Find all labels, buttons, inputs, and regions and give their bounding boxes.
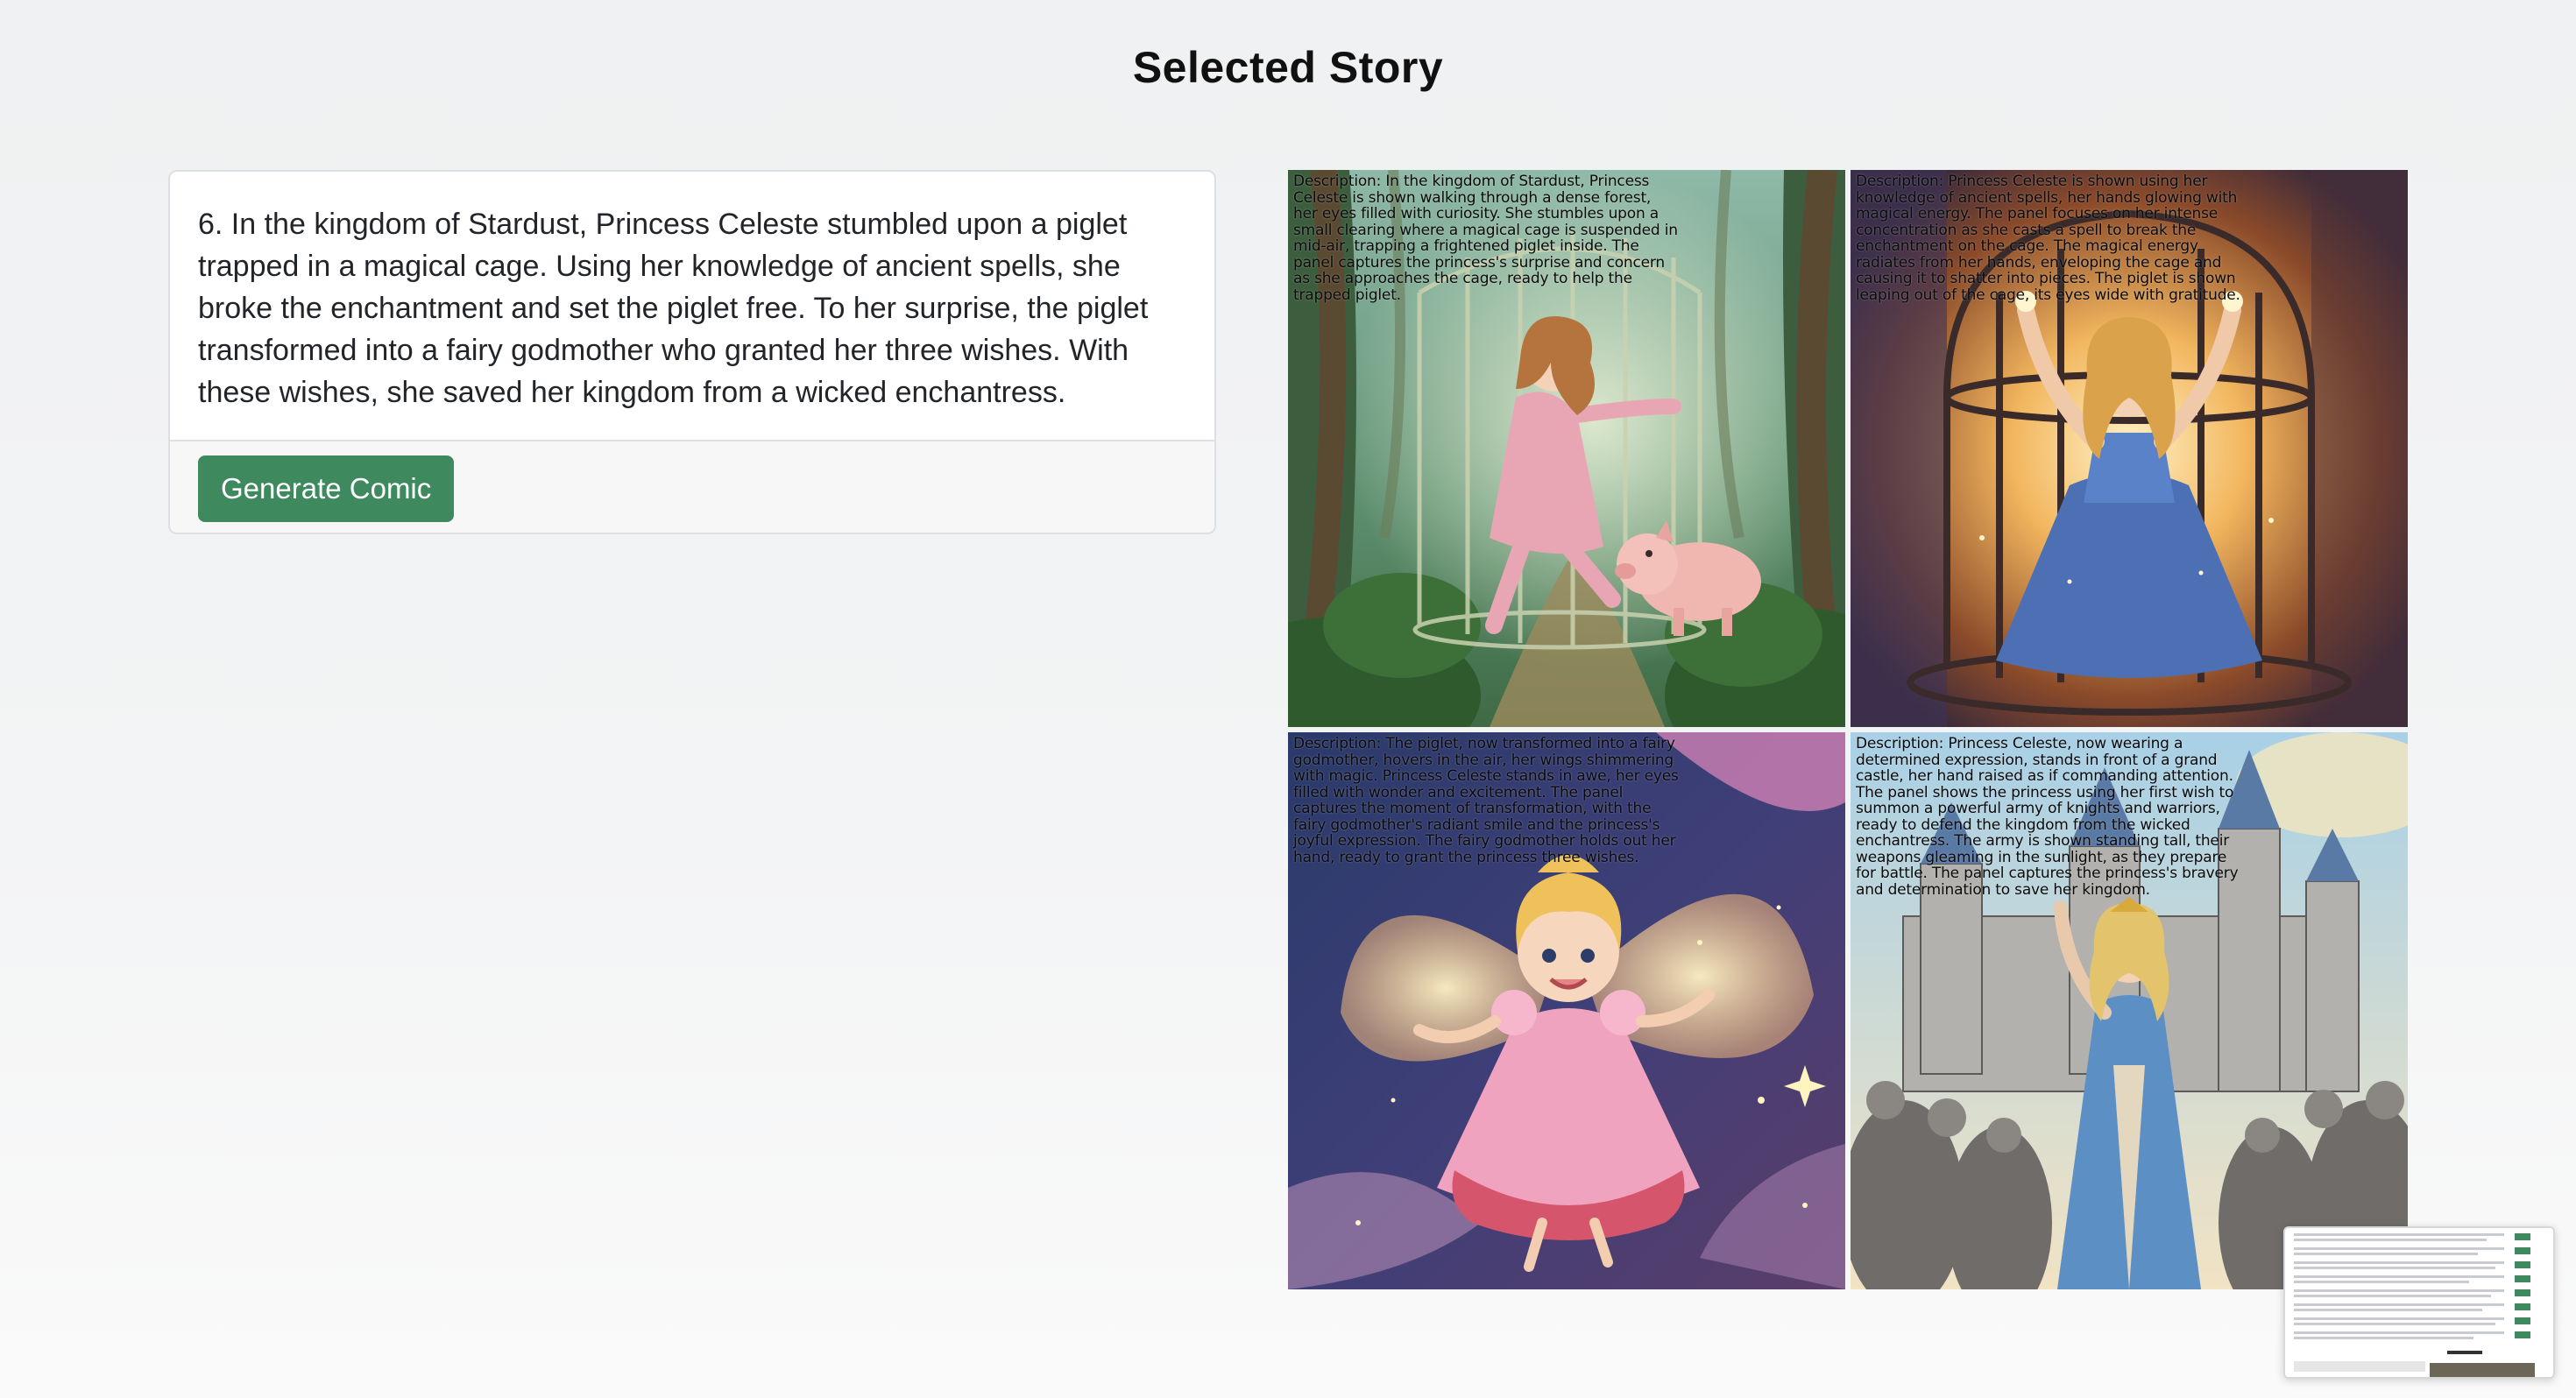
story-card-footer: Generate Comic [170, 440, 1214, 533]
comic-panel-3: Description: The piglet, now transformed… [1288, 732, 1845, 1289]
generate-comic-button[interactable]: Generate Comic [198, 455, 455, 522]
panel-4-caption: Description: Princess Celeste, now weari… [1856, 735, 2239, 899]
comic-panel-1: Description: In the kingdom of Stardust,… [1288, 170, 1845, 727]
page-preview-thumbnail[interactable] [2283, 1226, 2555, 1379]
comic-panel-grid: Description: In the kingdom of Stardust,… [1288, 170, 2408, 1289]
story-card: 6. In the kingdom of Stardust, Princess … [168, 170, 1216, 534]
panel-1-caption: Description: In the kingdom of Stardust,… [1293, 173, 1678, 304]
comic-panel-2: Description: Princess Celeste is shown u… [1851, 170, 2408, 727]
comic-panel-4: Description: Princess Celeste, now weari… [1851, 732, 2408, 1289]
panel-2-caption: Description: Princess Celeste is shown u… [1856, 173, 2240, 304]
page-title: Selected Story [1132, 43, 1444, 92]
story-text: 6. In the kingdom of Stardust, Princess … [198, 208, 1149, 409]
panel-3-caption: Description: The piglet, now transformed… [1293, 735, 1679, 866]
preview-thumbnail-image [2285, 1228, 2553, 1377]
